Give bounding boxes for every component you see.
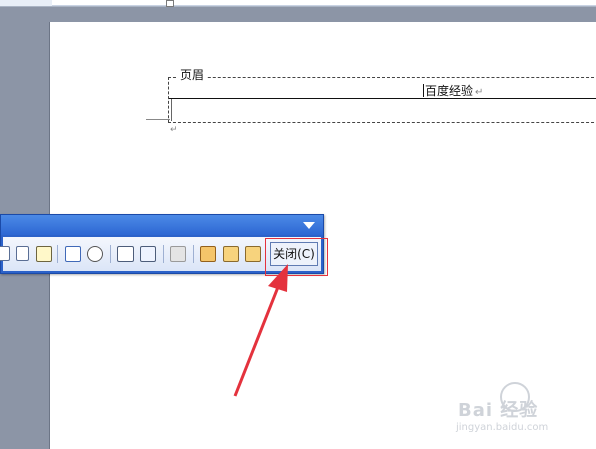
show-next-icon[interactable] (245, 246, 261, 262)
insert-page-number-icon[interactable] (16, 246, 29, 261)
text-boundary-guide (171, 99, 172, 121)
text-cursor (423, 84, 424, 97)
toolbar-separator (193, 245, 194, 263)
show-hide-document-text-icon[interactable] (140, 246, 156, 262)
toolbar-separator (110, 245, 111, 263)
header-label: 页眉 (177, 66, 208, 83)
format-page-number-icon[interactable] (36, 246, 52, 262)
indent-marker[interactable] (166, 0, 174, 7)
annotation-arrow-icon (233, 264, 288, 397)
insert-date-icon[interactable] (65, 246, 81, 262)
toolbar-separator (57, 245, 58, 263)
toolbar-title-bar[interactable] (1, 215, 323, 235)
header-text[interactable]: 百度经验 ↵ (423, 82, 483, 99)
header-bottom-border (169, 98, 596, 99)
header-text-value: 百度经验 (425, 84, 474, 98)
watermark-brand: Bai 经验 (458, 400, 539, 421)
horizontal-ruler (0, 0, 596, 7)
baidu-watermark: Bai 经验 jingyan.baidu.com (448, 382, 578, 442)
show-previous-icon[interactable] (223, 246, 239, 262)
switch-header-footer-icon[interactable] (200, 246, 216, 262)
header-area[interactable]: 页眉 百度经验 ↵ (168, 66, 596, 123)
margin-guide (146, 119, 170, 120)
toolbar-separator (163, 245, 164, 263)
insert-time-icon[interactable] (87, 246, 103, 262)
toolbar-options-chevron-down-icon[interactable] (303, 222, 315, 229)
page-icon[interactable] (0, 246, 10, 261)
paragraph-mark-icon: ↵ (475, 87, 484, 98)
body-paragraph-mark-icon: ↵ (170, 125, 178, 135)
same-as-previous-icon[interactable] (170, 246, 186, 262)
watermark-url: jingyan.baidu.com (456, 422, 549, 433)
page-setup-icon[interactable] (117, 246, 134, 262)
ruler-active-area (52, 0, 596, 6)
